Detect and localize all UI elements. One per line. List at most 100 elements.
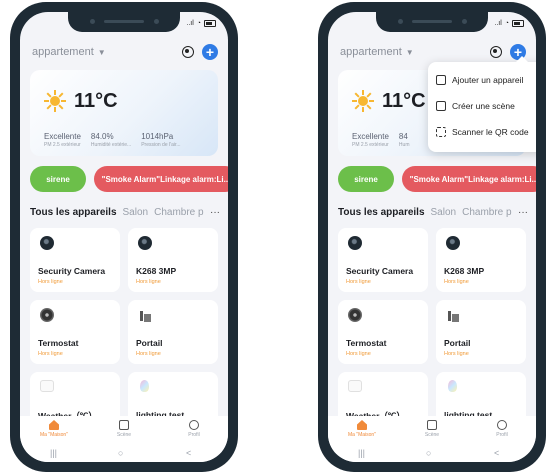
nav-home[interactable]: Ma "Maison": [332, 420, 392, 438]
device-status: Hors ligne: [38, 351, 63, 357]
scene-shortcuts: sirene "Smoke Alarm"Linkage alarm:Li...: [338, 166, 536, 192]
phone-left: ..ıl ◔ appartement ▼ + 11°C Excellente PM…: [10, 2, 238, 472]
device-status: Hors ligne: [136, 279, 161, 285]
nav-profile[interactable]: Profil: [164, 420, 224, 438]
nav-home[interactable]: Ma "Maison": [24, 420, 84, 438]
menu-item-scan-qr[interactable]: Scanner le QR code: [436, 124, 529, 140]
notch: [68, 12, 180, 32]
add-menu-popover: Ajouter un appareil Créer une scène Scan…: [428, 56, 536, 152]
sun-icon: [352, 90, 374, 112]
speaker: [104, 20, 144, 23]
camera-icon: [348, 236, 362, 250]
device-name: K268 3MP: [136, 266, 177, 276]
back-button[interactable]: <: [186, 448, 191, 458]
notch: [376, 12, 488, 32]
weather-stat-pm25: Excellente PM 2.5 extérieur: [44, 132, 81, 148]
nav-scene[interactable]: Scène: [402, 420, 462, 438]
profile-icon: [497, 420, 507, 430]
back-button[interactable]: <: [494, 448, 499, 458]
menu-item-add-device[interactable]: Ajouter un appareil: [436, 72, 523, 88]
home-header: appartement ▼ +: [32, 42, 218, 62]
home-button[interactable]: ○: [118, 448, 123, 458]
home-button[interactable]: ○: [426, 448, 431, 458]
battery-icon: [204, 20, 216, 27]
scene-button[interactable]: sirene: [338, 166, 394, 192]
more-icon[interactable]: ···: [518, 207, 528, 218]
scene-icon: [427, 420, 437, 430]
home-selector[interactable]: appartement ▼: [32, 46, 106, 58]
camera-icon: [138, 236, 152, 250]
camera-icon: [40, 236, 54, 250]
chevron-down-icon: ▼: [405, 47, 414, 57]
temperature: 11°C: [382, 90, 426, 112]
home-name-label: appartement: [32, 46, 94, 58]
nav-profile[interactable]: Profil: [472, 420, 532, 438]
profile-icon: [189, 420, 199, 430]
device-status: Hors ligne: [38, 279, 63, 285]
device-status: Hors ligne: [136, 351, 161, 357]
temperature: 11°C: [74, 90, 118, 112]
device-name: K268 3MP: [444, 266, 485, 276]
device-card[interactable]: K268 3MP Hors ligne: [436, 228, 526, 292]
camera-view-icon[interactable]: [490, 46, 502, 58]
home-icon: [49, 420, 59, 430]
device-name: Security Camera: [346, 266, 414, 276]
more-icon[interactable]: ···: [210, 207, 220, 218]
gate-icon: [446, 308, 460, 322]
app-screen: ..ıl ◔ appartement ▼ + 11°C Excellente PM…: [20, 12, 228, 462]
tab-chambre[interactable]: Chambre p: [154, 207, 203, 218]
scene-button[interactable]: sirene: [30, 166, 86, 192]
device-status: Hors ligne: [346, 351, 371, 357]
status-bar: ..ıl ◔: [186, 20, 216, 27]
device-card[interactable]: Termostat Hors ligne: [30, 300, 120, 364]
add-icon[interactable]: +: [202, 44, 218, 60]
scene-button[interactable]: "Smoke Alarm"Linkage alarm:Li...: [402, 166, 536, 192]
wifi-icon: ◔: [504, 20, 509, 27]
camera-icon: [446, 236, 460, 250]
tab-salon[interactable]: Salon: [123, 207, 149, 218]
scene-button[interactable]: "Smoke Alarm"Linkage alarm:Li...: [94, 166, 228, 192]
app-screen: ..ıl ◔ appartement ▼ + 11°C Excellente PM…: [328, 12, 536, 462]
menu-item-create-scene[interactable]: Créer une scène: [436, 98, 515, 114]
tab-all-devices[interactable]: Tous les appareils: [30, 207, 117, 218]
bulb-icon: [140, 380, 149, 392]
system-nav: ||| ○ <: [328, 448, 536, 462]
add-device-icon: [436, 75, 446, 85]
tab-all-devices[interactable]: Tous les appareils: [338, 207, 425, 218]
weather-stat-pressure: 1014hPa Pression de l'air...: [141, 132, 181, 148]
device-card[interactable]: Portail Hors ligne: [128, 300, 218, 364]
device-card[interactable]: Security Camera Hors ligne: [338, 228, 428, 292]
recent-apps-button[interactable]: |||: [50, 448, 57, 458]
tab-chambre[interactable]: Chambre p: [462, 207, 511, 218]
thermostat-icon: [40, 308, 54, 322]
weather-card[interactable]: 11°C Excellente PM 2.5 extérieur 84.0% Hum…: [30, 70, 218, 156]
device-card[interactable]: Termostat Hors ligne: [338, 300, 428, 364]
device-card[interactable]: Security Camera Hors ligne: [30, 228, 120, 292]
scene-shortcuts: sirene "Smoke Alarm"Linkage alarm:Li...: [30, 166, 228, 192]
tab-salon[interactable]: Salon: [431, 207, 457, 218]
system-nav: ||| ○ <: [20, 448, 228, 462]
device-status: Hors ligne: [444, 351, 469, 357]
camera-view-icon[interactable]: [182, 46, 194, 58]
weather-station-icon: [348, 380, 362, 392]
device-card[interactable]: K268 3MP Hors ligne: [128, 228, 218, 292]
phone-right: ..ıl ◔ appartement ▼ + 11°C Excellente PM…: [318, 2, 546, 472]
battery-icon: [512, 20, 524, 27]
home-name-label: appartement: [340, 46, 402, 58]
home-icon: [357, 420, 367, 430]
weather-stat-humidity: 84 Hum: [398, 132, 410, 148]
nav-scene[interactable]: Scène: [94, 420, 154, 438]
front-camera: [462, 19, 467, 24]
device-card[interactable]: Portail Hors ligne: [436, 300, 526, 364]
home-header: appartement ▼ +: [340, 42, 526, 62]
weather-stat-pm25: Excellente PM 2.5 extérieur: [352, 132, 389, 148]
front-camera: [398, 19, 403, 24]
home-selector[interactable]: appartement ▼: [340, 46, 414, 58]
status-bar: ..ıl ◔: [494, 20, 524, 27]
scan-icon: [436, 127, 446, 137]
sun-icon: [44, 90, 66, 112]
signal-icon: ..ıl: [494, 20, 502, 27]
scene-icon: [119, 420, 129, 430]
device-name: Security Camera: [38, 266, 106, 276]
recent-apps-button[interactable]: |||: [358, 448, 365, 458]
